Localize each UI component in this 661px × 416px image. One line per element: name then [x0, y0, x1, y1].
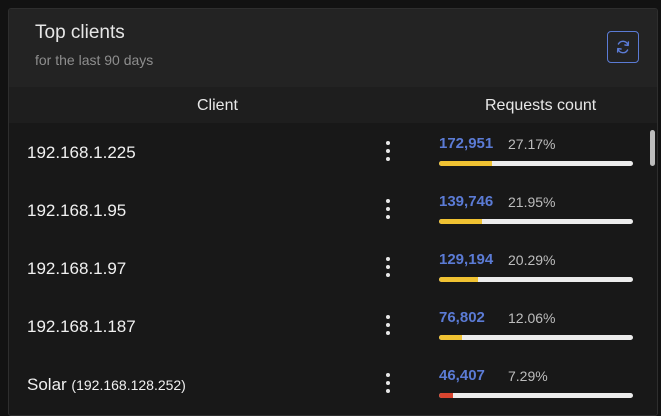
- more-options-button[interactable]: [381, 197, 395, 221]
- request-percent: 20.29%: [508, 252, 556, 268]
- request-share-bar-fill: [439, 393, 453, 398]
- client-name[interactable]: 192.168.1.225: [27, 143, 136, 163]
- request-share-bar-fill: [439, 277, 478, 282]
- table-row: 192.168.1.97 129,194 20.29%: [9, 239, 657, 297]
- more-options-button[interactable]: [381, 255, 395, 279]
- column-header-requests-count[interactable]: Requests count: [485, 97, 596, 115]
- card-header: Top clients for the last 90 days: [9, 9, 657, 87]
- table-row: 192.168.1.225 172,951 27.17%: [9, 123, 657, 181]
- client-name-text: 192.168.1.95: [27, 201, 127, 220]
- client-ip: (192.168.128.252): [71, 377, 186, 393]
- request-share-bar: [439, 277, 633, 282]
- request-share-bar: [439, 161, 633, 166]
- client-name[interactable]: 192.168.1.97: [27, 259, 126, 279]
- client-name-text: 192.168.1.187: [27, 317, 136, 336]
- client-name[interactable]: 192.168.1.95: [27, 201, 126, 221]
- client-name-text: 192.168.1.225: [27, 143, 136, 162]
- request-count: 129,194: [439, 251, 494, 268]
- request-count: 76,802: [439, 309, 485, 326]
- top-clients-card: Top clients for the last 90 days Client …: [8, 8, 658, 416]
- request-percent: 12.06%: [508, 310, 556, 326]
- request-share-bar-fill: [439, 335, 462, 340]
- table-row: 192.168.1.187 76,802 12.06%: [9, 297, 657, 355]
- table-row: Solar (192.168.128.252) 46,407 7.29%: [9, 355, 657, 413]
- request-share-bar: [439, 393, 633, 398]
- request-count: 172,951: [439, 135, 494, 152]
- client-name[interactable]: Solar (192.168.128.252): [27, 375, 186, 395]
- more-options-button[interactable]: [381, 371, 395, 395]
- refresh-icon: [616, 40, 630, 54]
- table-row: 192.168.1.95 139,746 21.95%: [9, 181, 657, 239]
- request-percent: 21.95%: [508, 194, 556, 210]
- request-share-bar: [439, 219, 633, 224]
- request-share-bar-fill: [439, 161, 492, 166]
- client-name-text: 192.168.1.97: [27, 259, 127, 278]
- table-header: Client Requests count: [9, 87, 657, 124]
- refresh-button[interactable]: [607, 31, 639, 63]
- client-name[interactable]: 192.168.1.187: [27, 317, 136, 337]
- request-share-bar-fill: [439, 219, 482, 224]
- client-name-text: Solar: [27, 375, 67, 394]
- request-percent: 7.29%: [508, 368, 548, 384]
- more-options-button[interactable]: [381, 139, 395, 163]
- scrollbar-thumb[interactable]: [650, 130, 655, 166]
- request-share-bar: [439, 335, 633, 340]
- clients-table-body: 192.168.1.225 172,951 27.17% 192.168.1.95 13…: [9, 123, 657, 415]
- request-percent: 27.17%: [508, 136, 556, 152]
- card-title: Top clients: [35, 22, 125, 43]
- column-header-client[interactable]: Client: [197, 97, 238, 115]
- request-count: 46,407: [439, 367, 485, 384]
- more-options-button[interactable]: [381, 313, 395, 337]
- card-subtitle: for the last 90 days: [35, 52, 154, 68]
- request-count: 139,746: [439, 193, 494, 210]
